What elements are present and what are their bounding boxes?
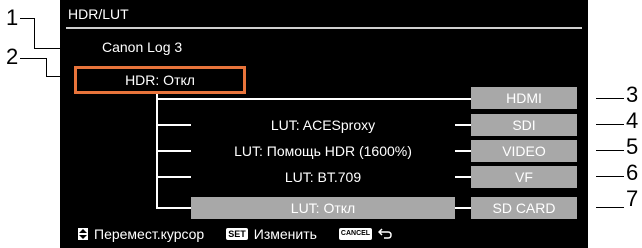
callout-1-leader-v bbox=[34, 18, 35, 48]
output-label: SDI bbox=[512, 117, 536, 133]
lut-label: LUT: BT.709 bbox=[284, 169, 362, 185]
callout-7: 7 bbox=[626, 186, 639, 211]
tree-branch-3 bbox=[156, 176, 192, 178]
output-sdi-button[interactable]: SDI bbox=[471, 114, 577, 136]
lut-label: LUT: Откл bbox=[290, 200, 356, 216]
lut-label: LUT: Помощь HDR (1600%) bbox=[234, 143, 412, 159]
tree-line-hdr-to-hdmi bbox=[156, 98, 472, 100]
hdr-setting[interactable]: HDR: Откл bbox=[74, 66, 246, 94]
callout-2-leader-v bbox=[46, 58, 47, 76]
joystick-updown-icon bbox=[78, 228, 88, 240]
lut-to-output-3 bbox=[455, 176, 471, 178]
output-label: SD CARD bbox=[492, 200, 556, 216]
lut-to-output-2 bbox=[455, 150, 471, 152]
footer-hints: Перемест.курсор SET Изменить CANCEL bbox=[78, 226, 392, 242]
output-sd-card-button[interactable]: SD CARD bbox=[471, 197, 577, 219]
callout-7-leader bbox=[596, 207, 624, 208]
hdr-label: HDR: Откл bbox=[125, 72, 195, 88]
tree-branch-4 bbox=[156, 207, 192, 209]
callout-3-leader bbox=[596, 98, 624, 99]
lut-to-output-4 bbox=[455, 207, 471, 209]
callout-6: 6 bbox=[626, 160, 639, 185]
move-cursor-hint: Перемест.курсор bbox=[94, 226, 205, 242]
lut-option-hdr-assist[interactable]: LUT: Помощь HDR (1600%) bbox=[191, 140, 455, 162]
callout-4: 4 bbox=[626, 108, 639, 133]
callout-6-leader bbox=[596, 176, 624, 177]
set-key-icon: SET bbox=[226, 228, 248, 240]
tree-branch-2 bbox=[156, 150, 192, 152]
lut-option-off[interactable]: LUT: Откл bbox=[191, 197, 455, 219]
set-hint: Изменить bbox=[253, 226, 317, 242]
lut-option-acesproxy[interactable]: LUT: ACESproxy bbox=[191, 114, 455, 136]
output-video-button[interactable]: VIDEO bbox=[471, 140, 577, 162]
callout-5-leader bbox=[596, 150, 624, 151]
output-label: VIDEO bbox=[502, 143, 546, 159]
menu-title: HDR/LUT bbox=[68, 6, 129, 22]
gamma-label[interactable]: Canon Log 3 bbox=[102, 39, 182, 55]
camera-menu-screen: HDR/LUT Canon Log 3 HDR: Откл LUT: ACESp… bbox=[60, 0, 588, 248]
callout-3: 3 bbox=[626, 82, 639, 107]
return-arrow-icon bbox=[378, 226, 392, 242]
lut-label: LUT: ACESproxy bbox=[270, 117, 376, 133]
callout-2-leader bbox=[20, 58, 46, 59]
output-label: HDMI bbox=[506, 90, 542, 106]
cancel-key-icon: CANCEL bbox=[338, 228, 373, 240]
tree-branch-1 bbox=[156, 124, 192, 126]
lut-to-output-1 bbox=[455, 124, 471, 126]
callout-5: 5 bbox=[626, 134, 639, 159]
output-label: VF bbox=[515, 169, 533, 185]
callout-1-leader bbox=[20, 18, 34, 19]
output-vf-button[interactable]: VF bbox=[471, 166, 577, 188]
callout-2: 2 bbox=[6, 44, 19, 69]
callout-1: 1 bbox=[6, 5, 19, 30]
output-hdmi-button[interactable]: HDMI bbox=[471, 87, 577, 109]
lut-option-bt709[interactable]: LUT: BT.709 bbox=[191, 166, 455, 188]
callout-4-leader bbox=[596, 124, 624, 125]
tree-trunk bbox=[156, 98, 158, 208]
title-separator bbox=[66, 27, 582, 29]
